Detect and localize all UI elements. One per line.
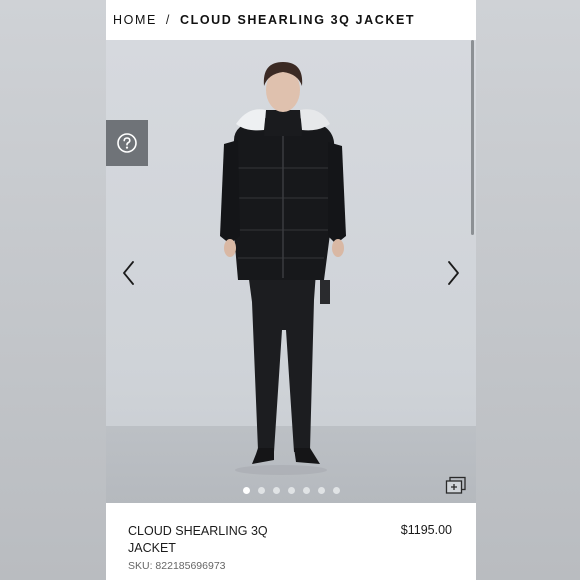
chevron-left-icon[interactable] bbox=[119, 258, 139, 288]
gallery-expand-icon[interactable] bbox=[445, 476, 467, 496]
product-info: CLOUD SHEARLING 3Q JACKET $1195.00 SKU: … bbox=[106, 503, 476, 580]
scrollbar[interactable] bbox=[471, 40, 474, 235]
background-right bbox=[476, 0, 580, 580]
pagination-dot[interactable] bbox=[242, 487, 250, 494]
pagination-dot[interactable] bbox=[317, 487, 325, 494]
product-name: CLOUD SHEARLING 3Q JACKET bbox=[128, 524, 268, 555]
gallery-pagination bbox=[106, 487, 476, 497]
product-image-gallery[interactable] bbox=[106, 40, 476, 503]
help-button[interactable] bbox=[106, 120, 148, 166]
product-photo bbox=[220, 62, 346, 475]
breadcrumb-separator: / bbox=[165, 13, 171, 27]
product-sku: SKU: 822185696973 bbox=[128, 560, 226, 572]
product-page: HOME / CLOUD SHEARLING 3Q JACKET CLOUD S… bbox=[106, 0, 476, 580]
breadcrumb: HOME / CLOUD SHEARLING 3Q JACKET bbox=[106, 0, 476, 40]
pagination-dot[interactable] bbox=[257, 487, 265, 494]
question-circle-icon bbox=[117, 133, 137, 153]
pagination-dot[interactable] bbox=[287, 487, 295, 494]
pagination-dot[interactable] bbox=[332, 487, 340, 494]
product-price: $1195.00 bbox=[400, 523, 452, 537]
breadcrumb-home-link[interactable]: HOME bbox=[113, 13, 157, 27]
pagination-dot[interactable] bbox=[302, 487, 310, 494]
background-left bbox=[0, 0, 106, 580]
chevron-right-icon[interactable] bbox=[443, 258, 463, 288]
pagination-dot[interactable] bbox=[272, 487, 280, 494]
breadcrumb-current: CLOUD SHEARLING 3Q JACKET bbox=[179, 13, 416, 27]
